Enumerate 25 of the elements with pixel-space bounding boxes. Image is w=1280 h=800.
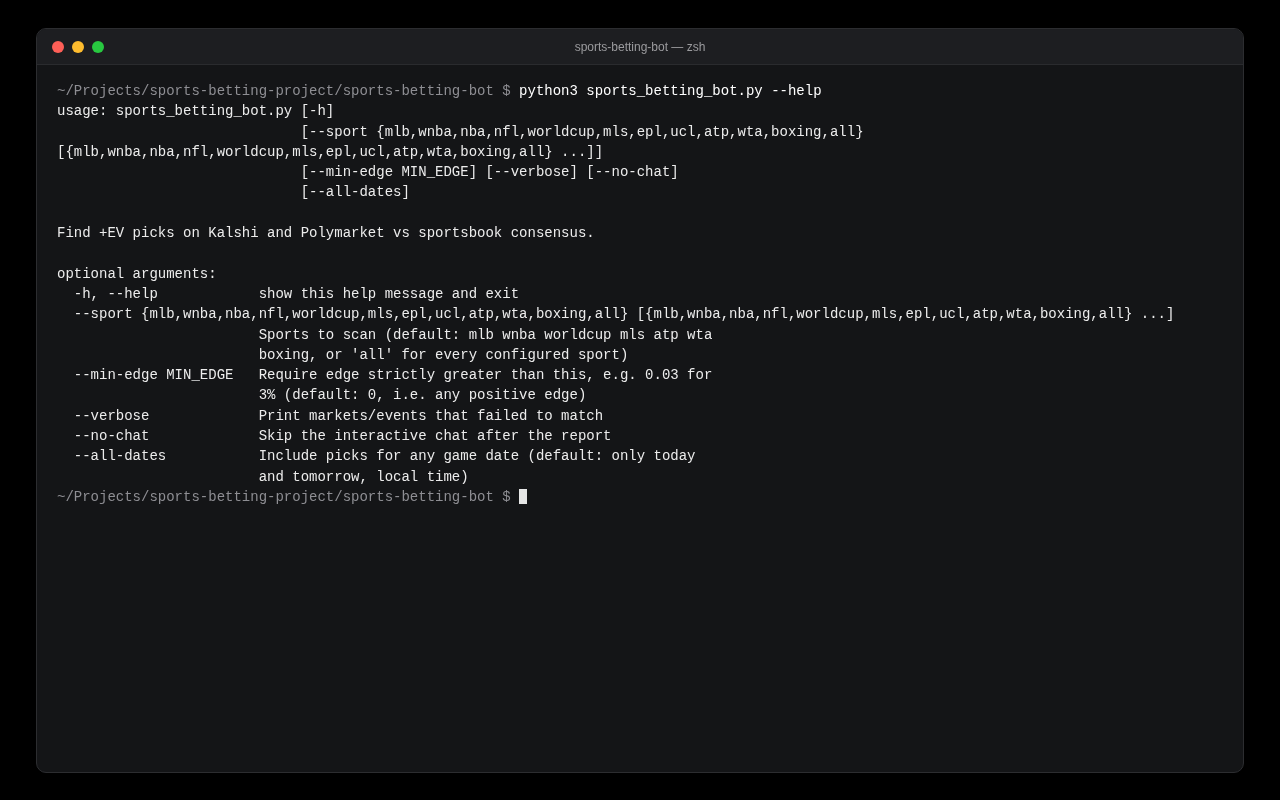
close-button[interactable] [52,40,64,53]
output-line: [--all-dates] [299,184,410,201]
output-line: and tomorrow, local time) [257,468,469,485]
output-line: [{mlb,wnba,nba,nfl,worldcup,mls,epl,ucl,atp,wta,boxing,all} ...]] [57,143,604,160]
output-line: usage: sports_betting_bot.py [-h] [57,103,335,120]
output-line: Find +EV picks on Kalshi and Polymarket vs sportsbook consensus. [57,225,595,242]
output-line: --all-dates Include picks for any game date (default: only today [72,448,696,465]
output-line: -h, --help show this help message and exit [72,285,520,302]
minimize-button[interactable] [72,40,84,53]
output-line: --min-edge MIN_EDGE Require edge strictly greater than this, e.g. 0.03 for [72,367,713,384]
output-line: boxing, or 'all' for every configured sport) [257,346,629,363]
zoom-button[interactable] [92,40,104,53]
text-cursor [519,488,528,504]
output-line: Sports to scan (default: mlb wnba worldcup mls atp wta [257,326,713,343]
output-line: [--sport {mlb,wnba,nba,nfl,worldcup,mls,epl,ucl,atp,wta,boxing,all} [299,123,864,140]
shell-prompt: ~/Projects/sports-betting-project/sports-betting-bot $ [57,488,511,505]
output-line: --sport {mlb,wnba,nba,nfl,worldcup,mls,epl,ucl,atp,wta,boxing,all} [{mlb,wnba,nba,nfl,worldcup,mls,epl,ucl,atp,wta,boxing,all} ...] [72,306,1175,323]
shell-prompt: ~/Projects/sports-betting-project/sports-betting-bot $ [57,83,511,99]
command-text: python3 sports_betting_bot.py --help [519,83,822,99]
output-line: 3% (default: 0, i.e. any positive edge) [257,387,587,404]
output-line: --verbose Print markets/events that failed to match [72,407,604,424]
output-line: --no-chat Skip the interactive chat after the report [72,428,612,445]
output-line: [--min-edge MIN_EDGE] [--verbose] [--no-chat] [299,164,679,181]
window-title: sports-betting-bot — zsh [574,38,706,56]
output-line: optional arguments: [57,265,217,282]
